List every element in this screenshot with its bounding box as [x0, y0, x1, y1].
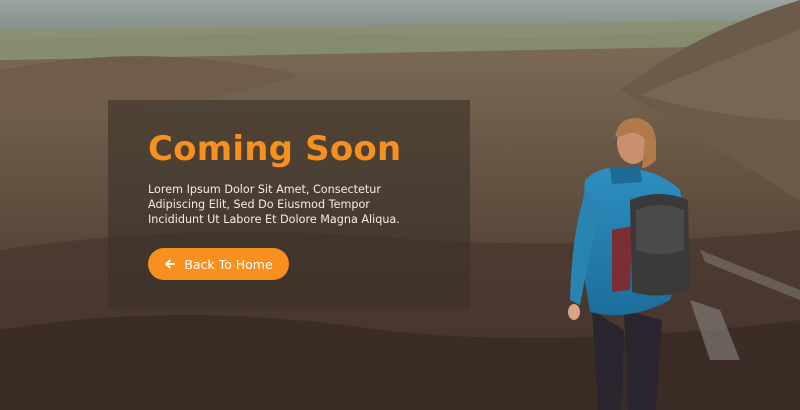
hero-section: Coming Soon Lorem Ipsum Dolor Sit Amet, …	[0, 0, 800, 410]
page-title: Coming Soon	[148, 129, 402, 169]
description-text: Lorem Ipsum Dolor Sit Amet, Consectetur …	[148, 183, 400, 226]
back-to-home-label: Back To Home	[184, 256, 273, 272]
coming-soon-card: Coming Soon Lorem Ipsum Dolor Sit Amet, …	[108, 100, 470, 309]
arrow-left-icon	[165, 259, 176, 269]
back-to-home-button[interactable]: Back To Home	[148, 248, 289, 280]
